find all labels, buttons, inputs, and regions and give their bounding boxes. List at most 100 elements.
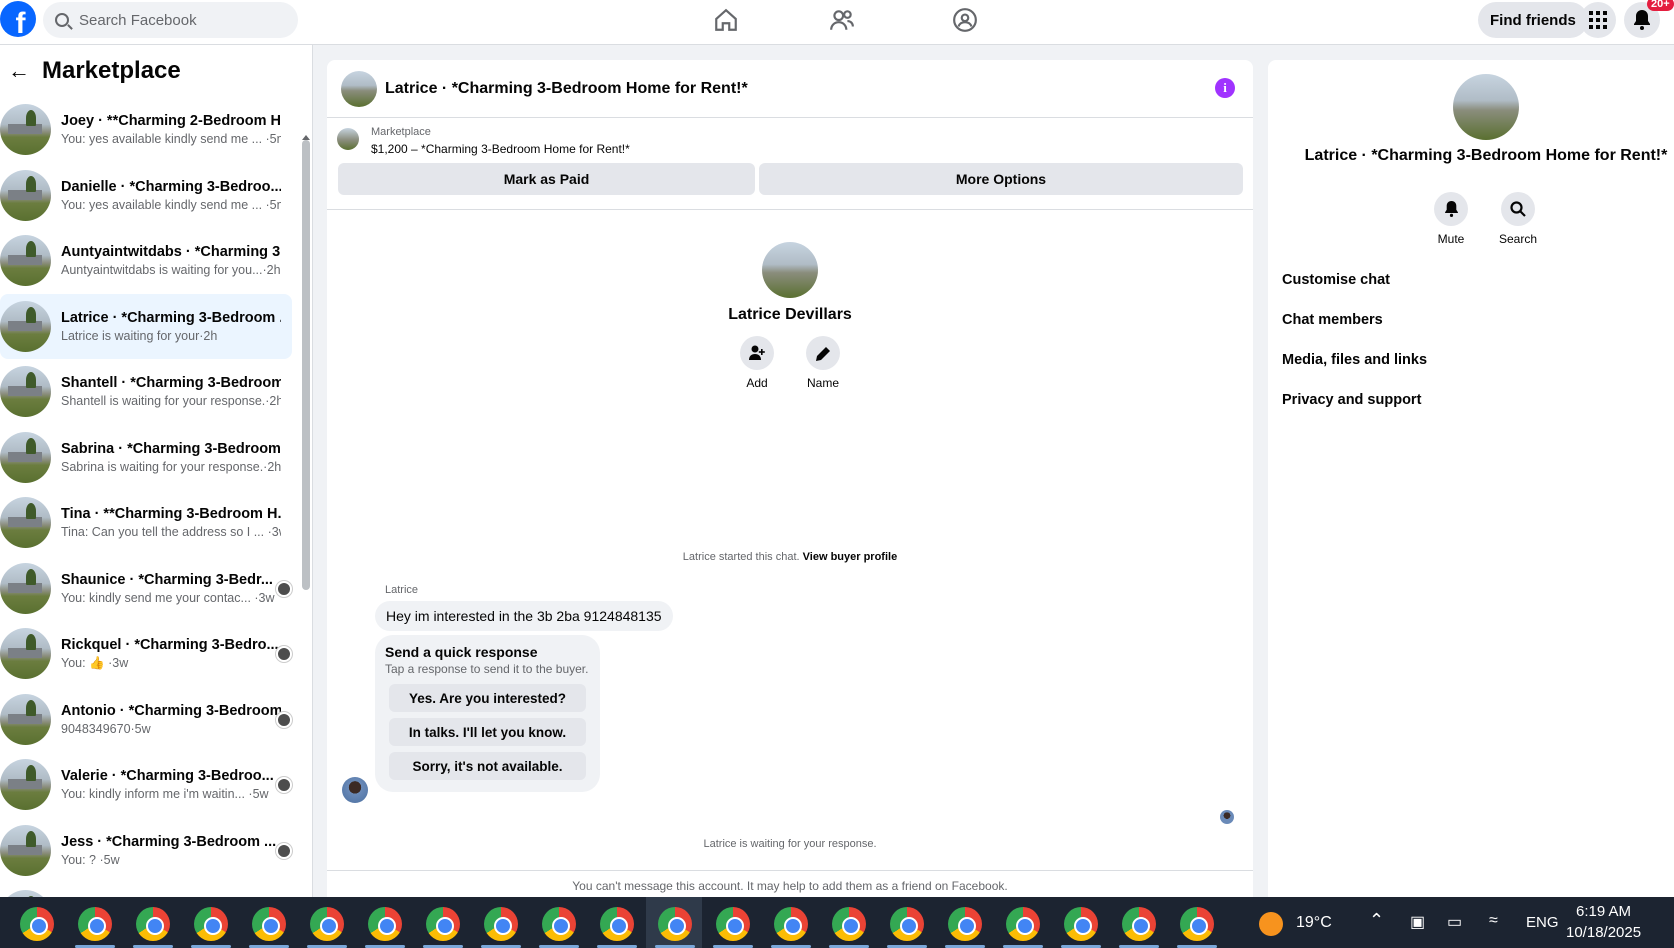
conversation-item[interactable]: Tina · **Charming 3-Bedroom H... Tina: Ca… xyxy=(0,490,312,556)
quick-response-button[interactable]: Yes. Are you interested? xyxy=(389,684,586,712)
conversation-item[interactable]: Valerie · *Charming 3-Bedroo... You: kind… xyxy=(0,752,312,818)
chrome-profile-icon[interactable] xyxy=(484,907,518,941)
home-icon[interactable] xyxy=(706,6,746,34)
conversation-item[interactable]: Antonio · *Charming 3-Bedroom... xyxy=(0,883,312,897)
chrome-profile-icon[interactable] xyxy=(426,907,460,941)
message-bubble[interactable]: Hey im interested in the 3b 2ba 91248481… xyxy=(375,601,673,631)
customise-chat-item[interactable]: Customise chat xyxy=(1282,260,1427,300)
chrome-profile-icon[interactable] xyxy=(1064,907,1098,941)
conversation-sidebar: ← Marketplace Joey · **Charming 2-Bedroo… xyxy=(0,45,313,897)
search-input[interactable] xyxy=(79,11,279,29)
search-action[interactable]: Search xyxy=(1498,192,1538,246)
conversation-name: Antonio · *Charming 3-Bedroom... xyxy=(61,702,281,719)
listing-thumbnail[interactable] xyxy=(341,70,377,107)
conversation-meta: Latrice · *Charming 3-Bedroom ... Latrice… xyxy=(61,310,281,343)
chrome-profile-icon[interactable] xyxy=(948,907,982,941)
chrome-profile-icon[interactable] xyxy=(1006,907,1040,941)
find-friends-button[interactable]: Find friends xyxy=(1478,2,1588,38)
chat-members-item[interactable]: Chat members xyxy=(1282,300,1427,340)
conversation-thumbnail xyxy=(0,890,51,897)
conversation-snippet: Tina: Can you tell the address so I ... … xyxy=(61,525,281,540)
conversation-item[interactable]: Sabrina · *Charming 3-Bedroom... Sabrina … xyxy=(0,425,312,491)
language-indicator[interactable]: ENG xyxy=(1526,914,1559,931)
quick-response-button[interactable]: Sorry, it's not available. xyxy=(389,752,586,780)
chrome-profile-icon[interactable] xyxy=(194,907,228,941)
bell-icon[interactable] xyxy=(1434,192,1468,226)
listing-price[interactable]: $1,200 – *Charming 3-Bedroom Home for Re… xyxy=(371,142,630,156)
read-receipt-avatar xyxy=(276,711,292,728)
buyer-profile-section: Latrice Devillars Add Name xyxy=(327,242,1253,390)
search-box[interactable] xyxy=(43,2,298,38)
quick-response-button[interactable]: In talks. I'll let you know. xyxy=(389,718,586,746)
name-label: Name xyxy=(806,376,839,390)
conversation-thumbnail xyxy=(0,169,51,221)
conversation-item[interactable]: Rickquel · *Charming 3-Bedro... You: 👍 ·3… xyxy=(0,621,312,687)
chat-details-panel: Latrice · *Charming 3-Bedroom Home for R… xyxy=(1268,60,1674,897)
sidebar-scrollbar[interactable] xyxy=(302,140,310,590)
details-avatar[interactable] xyxy=(1453,74,1519,140)
chrome-profile-icon[interactable] xyxy=(78,907,112,941)
chrome-profile-icon[interactable] xyxy=(890,907,924,941)
listing-banner-thumbnail[interactable] xyxy=(337,128,359,150)
conversation-meta: Joey · **Charming 2-Bedroom H... You: yes… xyxy=(61,113,281,146)
meet-now-icon[interactable]: ▣ xyxy=(1410,912,1425,932)
add-person-icon[interactable] xyxy=(740,336,774,370)
more-options-button[interactable]: More Options xyxy=(759,163,1243,195)
conversation-item[interactable]: Danielle · *Charming 3-Bedroo... You: yes… xyxy=(0,163,312,229)
chrome-profile-icon[interactable] xyxy=(1122,907,1156,941)
view-buyer-profile-link[interactable]: View buyer profile xyxy=(803,551,898,563)
system-clock[interactable]: 6:19 AM 10/18/2025 xyxy=(1566,901,1641,943)
buyer-avatar[interactable] xyxy=(762,242,818,298)
battery-icon[interactable]: ▭ xyxy=(1447,912,1462,932)
friends-icon[interactable] xyxy=(822,6,862,34)
mute-action[interactable]: Mute xyxy=(1433,192,1469,246)
info-icon[interactable]: i xyxy=(1215,78,1235,98)
chrome-profile-icon[interactable] xyxy=(20,907,54,941)
listing-label: Marketplace xyxy=(371,126,431,138)
conversation-item[interactable]: Shantell · *Charming 3-Bedroom... Shantel… xyxy=(0,359,312,425)
wifi-icon[interactable]: ≈ xyxy=(1489,912,1498,930)
nickname-action[interactable]: Name xyxy=(805,336,841,390)
chrome-profile-icon[interactable] xyxy=(368,907,402,941)
conversation-meta: Antonio · *Charming 3-Bedroom... 90483496… xyxy=(61,703,281,736)
conversation-thumbnail xyxy=(0,562,51,614)
facebook-logo-icon[interactable]: f xyxy=(0,1,36,37)
pencil-icon[interactable] xyxy=(806,336,840,370)
privacy-support-item[interactable]: Privacy and support xyxy=(1282,380,1427,420)
conversation-item[interactable]: Joey · **Charming 2-Bedroom H... You: yes… xyxy=(0,97,312,163)
chat-title[interactable]: Latrice · *Charming 3-Bedroom Home for R… xyxy=(385,80,748,98)
conversation-item[interactable]: Shaunice · *Charming 3-Bedr... You: kindl… xyxy=(0,556,312,622)
chrome-profile-icon[interactable] xyxy=(310,907,344,941)
search-icon[interactable] xyxy=(1501,192,1535,226)
chrome-profile-icon[interactable] xyxy=(136,907,170,941)
read-receipt-avatar xyxy=(276,842,292,859)
media-files-links-item[interactable]: Media, files and links xyxy=(1282,340,1427,380)
chrome-profile-icon[interactable] xyxy=(716,907,750,941)
add-friend-action[interactable]: Add xyxy=(739,336,775,390)
conversation-item[interactable]: Auntyaintwitdabs · *Charming 3... Auntyai… xyxy=(0,228,312,294)
conversation-thumbnail xyxy=(0,431,51,483)
chrome-profile-icon[interactable] xyxy=(658,907,692,941)
chrome-profile-icon[interactable] xyxy=(832,907,866,941)
conversation-meta: Valerie · *Charming 3-Bedroo... You: kind… xyxy=(61,768,281,801)
chrome-profile-icon[interactable] xyxy=(600,907,634,941)
chrome-profile-icon[interactable] xyxy=(1180,907,1214,941)
menu-grid-icon[interactable] xyxy=(1580,2,1616,38)
temperature[interactable]: 19°C xyxy=(1296,914,1332,932)
conversation-snippet: Latrice is waiting for your·2h xyxy=(61,328,218,343)
search-label: Search xyxy=(1498,232,1538,246)
conversation-item[interactable]: Jess · *Charming 3-Bedroom ... You: ? ·5w xyxy=(0,818,312,884)
chrome-profile-icon[interactable] xyxy=(542,907,576,941)
conversation-name: Auntyaintwitdabs · *Charming 3... xyxy=(61,244,281,261)
chat-panel: Latrice · *Charming 3-Bedroom Home for R… xyxy=(327,60,1253,897)
conversation-item[interactable]: Latrice · *Charming 3-Bedroom ... Latrice… xyxy=(0,293,292,359)
weather-sun-icon[interactable] xyxy=(1259,912,1283,936)
groups-icon[interactable] xyxy=(945,6,985,34)
chrome-profile-icon[interactable] xyxy=(774,907,808,941)
mark-as-paid-button[interactable]: Mark as Paid xyxy=(338,163,755,195)
conversation-item[interactable]: Antonio · *Charming 3-Bedroom... 90483496… xyxy=(0,687,312,753)
chrome-profile-icon[interactable] xyxy=(252,907,286,941)
buyer-small-avatar[interactable] xyxy=(342,777,368,803)
chevron-up-icon[interactable]: ⌃ xyxy=(1369,910,1384,931)
back-arrow-icon[interactable]: ← xyxy=(8,58,30,84)
